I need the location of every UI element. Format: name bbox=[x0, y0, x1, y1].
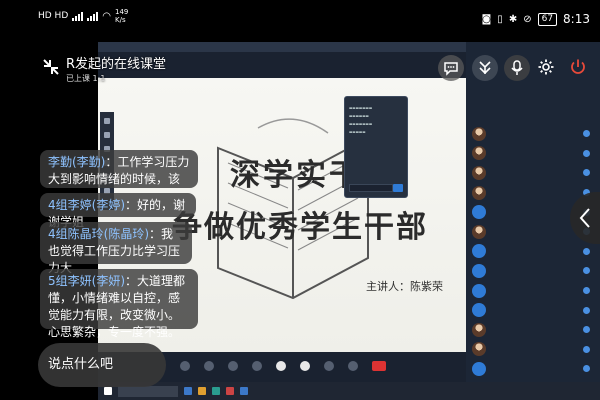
class-duration: 已上课 1:1 bbox=[66, 74, 106, 83]
chat-sender: 4组陈晶玲(陈晶玲) bbox=[48, 227, 149, 241]
power-icon[interactable] bbox=[569, 58, 587, 76]
participant-row[interactable] bbox=[466, 242, 600, 262]
chat-icon bbox=[444, 62, 458, 76]
avatar bbox=[472, 224, 486, 239]
participant-row[interactable] bbox=[466, 320, 600, 340]
mic-user-icon bbox=[511, 60, 523, 75]
participant-row[interactable] bbox=[466, 340, 600, 360]
taskbar-app-icon[interactable] bbox=[198, 387, 206, 395]
participant-row[interactable] bbox=[466, 144, 600, 164]
status-bar: HD HD ◠ 149 K/s ◙ ▯ ✱ ⊘ 67 8:13 bbox=[0, 0, 600, 40]
popup-message: ▬▬▬▬▬ bbox=[349, 130, 366, 134]
avatar bbox=[472, 146, 486, 161]
taskbar-search[interactable] bbox=[118, 385, 178, 397]
chat-message: 李勤(李勤)：工作学习压力大到影响情绪的时候，该怎么办释放呢 bbox=[40, 150, 198, 188]
participant-row[interactable] bbox=[466, 281, 600, 301]
brand-icon bbox=[479, 61, 491, 75]
avatar bbox=[472, 263, 486, 278]
mute-icon: ⊘ bbox=[523, 13, 532, 25]
chat-button[interactable] bbox=[438, 55, 464, 81]
participant-header bbox=[466, 108, 600, 120]
mic-icon bbox=[583, 287, 590, 295]
collapse-icon[interactable] bbox=[40, 56, 62, 78]
chat-sender: 李勤(李勤) bbox=[48, 155, 106, 169]
page-title: R发起的在线课堂 bbox=[66, 57, 167, 72]
chat-message: 4组陈晶玲(陈晶玲)：我也觉得工作压力比学习压力大 bbox=[40, 222, 192, 275]
mic-icon bbox=[583, 306, 590, 314]
slide-title-line2: 争做优秀学生干部 bbox=[172, 210, 428, 245]
popup-send-button[interactable] bbox=[393, 184, 403, 192]
avatar bbox=[472, 303, 486, 318]
pen-icon[interactable] bbox=[104, 118, 110, 124]
mic-icon bbox=[583, 149, 590, 157]
end-meeting-button[interactable] bbox=[372, 361, 386, 371]
mic-icon bbox=[583, 345, 590, 353]
brand-button[interactable] bbox=[472, 55, 498, 81]
shape-icon[interactable] bbox=[104, 132, 110, 138]
mic-icon bbox=[583, 326, 590, 334]
chat-message: 4组李婷(李婷)：好的，谢谢学姐 bbox=[40, 193, 196, 229]
mic-toggle-icon[interactable] bbox=[180, 361, 190, 371]
slide-presenter: 主讲人：陈紫荣 bbox=[366, 280, 443, 293]
chat-sender: 5组李妍(李妍) bbox=[48, 274, 125, 288]
popup-message: ▬▬▬▬▬▬▬ bbox=[349, 106, 373, 110]
record-icon[interactable] bbox=[300, 361, 310, 371]
chat-message: 5组李妍(李妍)：大道理都懂，小情绪难以自控，感觉能力有限，改变微小。心思繁杂，… bbox=[40, 269, 198, 339]
user-button[interactable] bbox=[504, 55, 530, 81]
bluetooth-icon: ✱ bbox=[508, 13, 518, 25]
share-icon[interactable] bbox=[228, 361, 238, 371]
chat-toggle-icon[interactable] bbox=[324, 361, 334, 371]
battery-icon: 67 bbox=[537, 12, 558, 26]
mic-icon bbox=[583, 365, 590, 373]
taskbar-app-icon[interactable] bbox=[240, 387, 248, 395]
nfc-icon: ◙ bbox=[481, 13, 492, 25]
taskbar-app-icon[interactable] bbox=[212, 387, 220, 395]
participant-row[interactable] bbox=[466, 124, 600, 144]
status-right: ◙ ▯ ✱ ⊘ 67 8:13 bbox=[482, 12, 590, 26]
gear-icon[interactable] bbox=[537, 58, 555, 76]
avatar bbox=[472, 126, 486, 141]
participant-row[interactable] bbox=[466, 359, 600, 379]
participant-row[interactable] bbox=[466, 261, 600, 281]
participant-list bbox=[466, 124, 600, 379]
popup-input[interactable] bbox=[349, 184, 393, 192]
avatar bbox=[472, 244, 486, 259]
avatar bbox=[472, 322, 486, 337]
net-speed: 149 K/s bbox=[115, 8, 129, 24]
participant-row[interactable] bbox=[466, 163, 600, 183]
mic-icon bbox=[583, 169, 590, 177]
windows-taskbar bbox=[98, 382, 600, 400]
signal-icon bbox=[72, 11, 84, 21]
avatar bbox=[472, 283, 486, 298]
members-icon[interactable] bbox=[252, 361, 262, 371]
popup-message: ▬▬▬▬▬▬▬ bbox=[349, 122, 373, 126]
wifi-icon: ◠ bbox=[102, 10, 111, 22]
taskbar-app-icon[interactable] bbox=[184, 387, 192, 395]
mic-icon bbox=[583, 130, 590, 138]
desktop-chat-popup: ▬▬▬▬▬▬▬ ▬▬▬▬▬▬ ▬▬▬▬▬▬▬ ▬▬▬▬▬ bbox=[344, 96, 408, 198]
whiteboard-icon[interactable] bbox=[276, 361, 286, 371]
more-icon[interactable] bbox=[348, 361, 358, 371]
clock: 8:13 bbox=[563, 12, 590, 26]
vibrate-icon: ▯ bbox=[497, 13, 503, 25]
avatar bbox=[472, 361, 486, 376]
chat-sender: 4组李婷(李婷) bbox=[48, 198, 125, 212]
slide-title-line1: 深学实干 bbox=[230, 158, 362, 193]
hd-indicator: HD HD bbox=[38, 11, 69, 21]
taskbar-app-icon[interactable] bbox=[226, 387, 234, 395]
chevron-left-icon bbox=[579, 208, 590, 228]
avatar bbox=[472, 165, 486, 180]
windows-start-icon[interactable] bbox=[104, 387, 112, 395]
avatar bbox=[472, 342, 486, 357]
signal-icon-2 bbox=[87, 11, 99, 21]
status-left: HD HD ◠ 149 K/s bbox=[38, 8, 128, 24]
mic-icon bbox=[583, 247, 590, 255]
chat-input[interactable]: 说点什么吧 bbox=[38, 343, 166, 387]
participant-row[interactable] bbox=[466, 300, 600, 320]
popup-message: ▬▬▬▬▬▬ bbox=[349, 114, 369, 118]
camera-toggle-icon[interactable] bbox=[204, 361, 214, 371]
avatar bbox=[472, 205, 486, 220]
mic-icon bbox=[583, 267, 590, 275]
avatar bbox=[472, 185, 486, 200]
